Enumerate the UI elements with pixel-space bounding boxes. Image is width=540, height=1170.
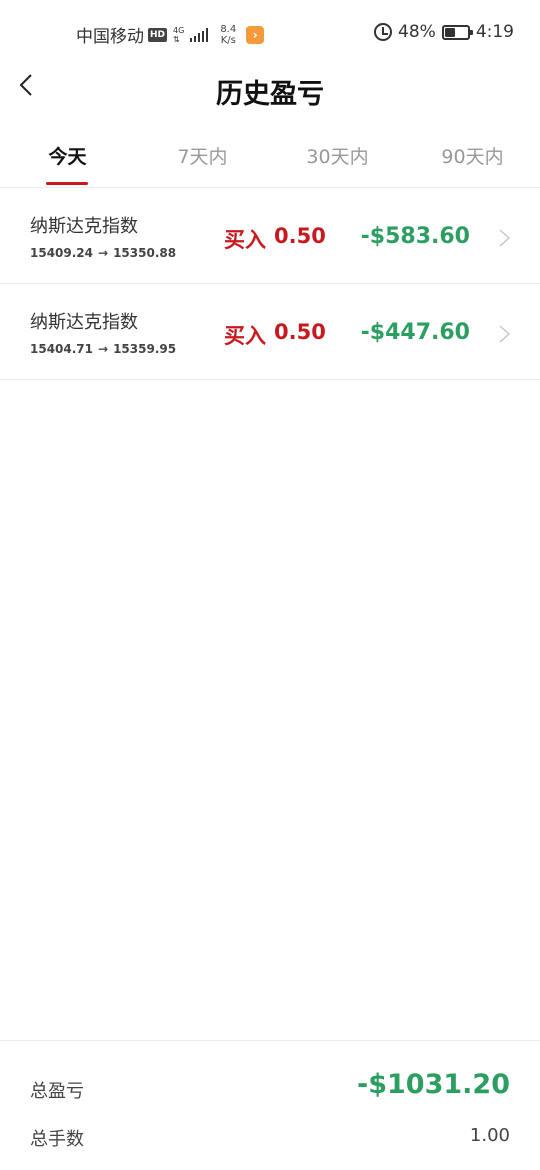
data-arrows-icon: ⇅ [173,34,180,44]
lot-size: 0.50 [274,224,326,248]
tab-30-days[interactable]: 30天内 [270,142,405,169]
close-price: 15359.95 [113,342,177,356]
net-speed-unit: K/s [220,34,236,46]
summary-footer: 总盈亏 -$1031.20 总手数 1.00 [0,1040,540,1170]
total-lots-label: 总手数 [30,1129,84,1150]
open-price: 15409.24 [30,246,94,260]
carrier-name: 中国移动 [76,27,144,47]
tab-today[interactable]: 今天 [0,142,135,169]
page-header: 历史盈亏 [0,58,540,118]
status-right: 48% 4:19 [374,22,514,42]
page-title: 历史盈亏 [216,79,324,110]
battery-icon [441,24,473,40]
period-tabs: 今天 7天内 30天内 90天内 [0,130,540,188]
network-type: 4G ⇅ [173,26,184,44]
net-speed: 8.4 K/s [220,24,236,46]
trade-side: 买入 0.50 [224,320,326,350]
arrow-right-icon: → [98,246,109,260]
status-left: 中国移动 HD 4G ⇅ 8.4 K/s › [76,22,265,47]
trade-row[interactable]: 纳斯达克指数 15409.24 → 15350.88 买入 0.50 -$583… [0,188,540,284]
lot-size: 0.50 [274,320,326,344]
tab-7-days[interactable]: 7天内 [135,142,270,169]
total-lots-value: 1.00 [469,1125,510,1146]
tab-90-days[interactable]: 90天内 [405,142,540,169]
price-range: 15409.24 → 15350.88 [30,246,176,260]
total-pnl-value: -$1031.20 [357,1069,510,1100]
side-label: 买入 [224,228,266,252]
total-pnl-label: 总盈亏 [30,1081,84,1102]
close-price: 15350.88 [113,246,177,260]
hd-badge: HD [148,27,168,42]
battery-percent: 48% [398,22,436,42]
price-range: 15404.71 → 15359.95 [30,342,176,356]
instrument-name: 纳斯达克指数 [30,216,138,237]
trade-pnl: -$447.60 [360,320,470,345]
signal-icon [190,27,209,42]
trade-side: 买入 0.50 [224,224,326,254]
chevron-right-icon [499,229,511,247]
alarm-icon [374,23,393,41]
trade-row[interactable]: 纳斯达克指数 15404.71 → 15359.95 买入 0.50 -$447… [0,284,540,380]
network-label: 4G [173,25,185,35]
instrument-name: 纳斯达克指数 [30,312,138,333]
open-price: 15404.71 [30,342,94,356]
chevron-right-icon [499,325,511,343]
arrow-right-icon: → [98,342,109,356]
trade-pnl: -$583.60 [360,224,470,249]
battery-level [444,27,456,37]
side-label: 买入 [224,324,266,348]
net-speed-value: 8.4 [220,23,237,35]
app-notification-icon: › [246,25,265,44]
clock: 4:19 [475,22,514,42]
active-tab-indicator [46,182,88,185]
